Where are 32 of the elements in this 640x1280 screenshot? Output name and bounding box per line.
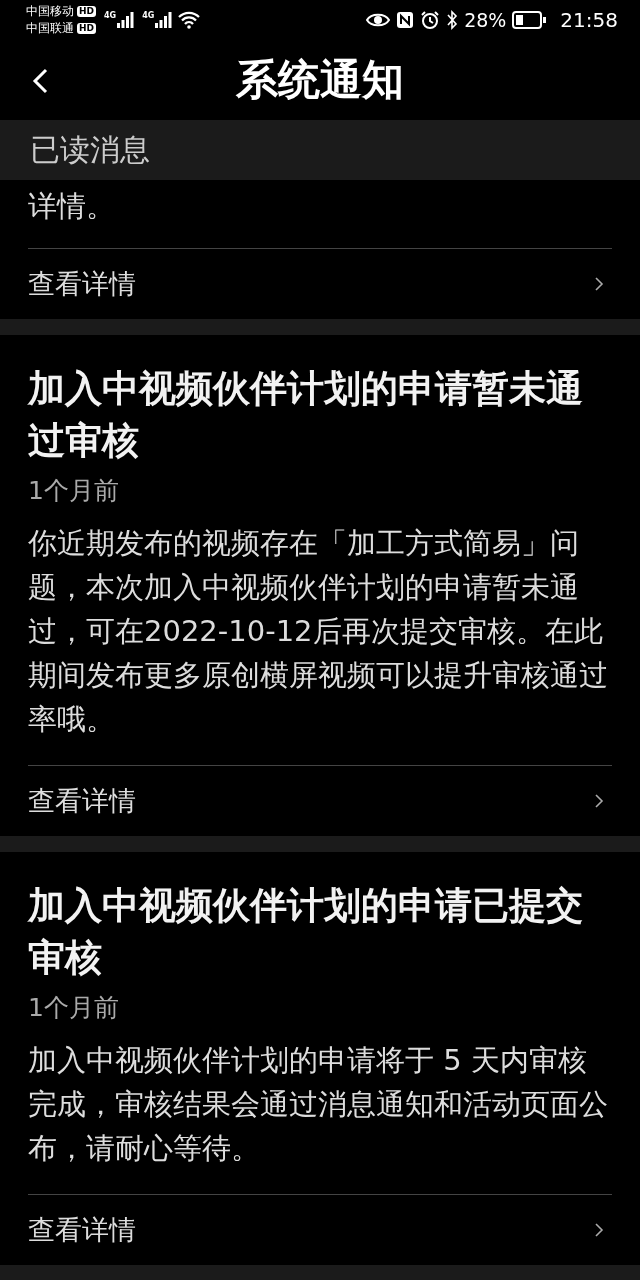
section-label: 已读消息 (30, 130, 150, 169)
clock-time: 21:58 (560, 8, 618, 32)
battery-percent: 28% (464, 9, 507, 31)
eye-icon (366, 12, 391, 28)
view-details-link[interactable]: 查看详情 (28, 249, 612, 319)
chevron-right-icon (594, 1222, 604, 1238)
nfc-icon (396, 11, 415, 29)
notice-time: 1个月前 (28, 475, 120, 507)
battery-icon (512, 11, 547, 29)
notice-body: 加入中视频伙伴计划的申请将于 5 天内审核完成，审核结果会通过消息通知和活动页面公布，请耐心等待。 (28, 1042, 609, 1167)
notice-title: 加入中视频伙伴计划的申请暂未通过审核 (28, 366, 584, 464)
signal-icon (116, 11, 135, 29)
view-details-link[interactable]: 查看详情 (28, 766, 612, 836)
carrier-name: 中国移动 (26, 3, 74, 20)
hd-badge: HD (77, 23, 96, 34)
chevron-right-icon (594, 276, 604, 292)
network-type: 4G (104, 11, 117, 20)
signal-icon (154, 11, 173, 29)
wifi-icon (178, 11, 201, 29)
carrier-name: 中国联通 (26, 20, 74, 37)
notice-title: 加入中视频伙伴计划的申请已提交审核 (28, 883, 584, 981)
page-title: 系统通知 (236, 54, 404, 106)
bluetooth-icon (446, 10, 459, 30)
notice-body: 详情。 (28, 188, 116, 225)
notice-time: 1个月前 (28, 992, 120, 1024)
network-type: 4G (142, 11, 155, 20)
back-icon (30, 68, 50, 94)
notice-body: 你近期发布的视频存在「加工方式简易」问题，本次加入中视频伙伴计划的申请暂未通过，可在2022-10-12后再次提交审核。在此期间发布更多原创横屏视频可以提升审核通过率哦。 (28, 525, 609, 738)
chevron-right-icon (594, 793, 604, 809)
view-details-link[interactable]: 查看详情 (28, 1195, 612, 1265)
alarm-icon (420, 10, 441, 30)
hd-badge: HD (77, 6, 96, 17)
